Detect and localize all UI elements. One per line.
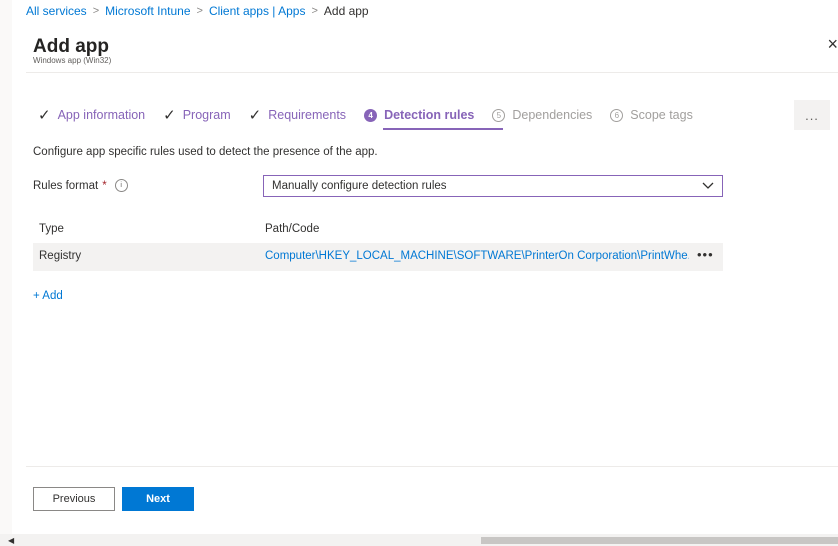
cell-path-link[interactable]: Computer\HKEY_LOCAL_MACHINE\SOFTWARE\Pri… [265, 250, 689, 262]
chevron-down-icon [702, 179, 714, 193]
rules-format-dropdown[interactable]: Manually configure detection rules [263, 175, 723, 197]
add-rule-link[interactable]: + Add [33, 290, 63, 302]
left-panel-edge [0, 0, 12, 534]
step-number-icon: 4 [364, 108, 378, 122]
table-row[interactable]: Registry Computer\HKEY_LOCAL_MACHINE\SOF… [33, 243, 723, 271]
rules-format-label: Rules format * i [33, 179, 128, 192]
page-subtitle: Windows app (Win32) [33, 56, 112, 65]
section-description: Configure app specific rules used to det… [33, 146, 378, 158]
tab-scope-tags[interactable]: 6 Scope tags [610, 108, 693, 122]
scrollbar-thumb[interactable] [481, 537, 838, 544]
column-header-type: Type [39, 223, 64, 235]
wizard-steps: ✓ App information ✓ Program ✓ Requiremen… [38, 103, 711, 127]
previous-button[interactable]: Previous [33, 487, 115, 511]
steps-more-button[interactable]: ... [794, 100, 830, 130]
breadcrumb-separator: > [196, 5, 203, 17]
tab-requirements[interactable]: ✓ Requirements [249, 106, 346, 124]
checkmark-icon: ✓ [163, 107, 176, 124]
cell-type: Registry [39, 250, 82, 262]
close-icon[interactable]: × [827, 34, 838, 55]
rules-format-value: Manually configure detection rules [272, 180, 447, 192]
column-header-path: Path/Code [265, 223, 320, 235]
next-button[interactable]: Next [122, 487, 194, 511]
footer-divider [26, 466, 838, 467]
checkmark-icon: ✓ [248, 107, 262, 124]
breadcrumb-all-services[interactable]: All services [26, 4, 87, 18]
rules-format-text: Rules format [33, 179, 99, 192]
step-label: Program [182, 108, 231, 122]
info-icon[interactable]: i [114, 179, 128, 192]
tab-dependencies[interactable]: 5 Dependencies [492, 108, 592, 122]
step-label: Dependencies [512, 108, 593, 122]
checkmark-icon: ✓ [38, 107, 51, 124]
page-title: Add app [33, 36, 109, 57]
step-number-icon: 6 [610, 108, 624, 122]
tab-app-information[interactable]: ✓ App information [38, 106, 145, 124]
required-asterisk: * [102, 179, 107, 192]
header-divider [26, 72, 838, 73]
breadcrumb-separator: > [92, 5, 100, 17]
step-label: Detection rules [384, 108, 475, 122]
breadcrumb-microsoft-intune[interactable]: Microsoft Intune [105, 4, 190, 18]
active-step-underline [383, 128, 503, 130]
row-more-icon[interactable]: ••• [697, 247, 714, 262]
breadcrumb-client-apps[interactable]: Client apps | Apps [209, 4, 306, 18]
tab-program[interactable]: ✓ Program [163, 106, 231, 124]
scroll-left-arrow-icon[interactable]: ◀ [8, 536, 14, 545]
step-label: Requirements [268, 108, 347, 122]
tab-detection-rules[interactable]: 4 Detection rules [364, 108, 474, 122]
step-label: Scope tags [630, 108, 693, 122]
breadcrumb: All services > Microsoft Intune > Client… [26, 4, 369, 18]
breadcrumb-separator: > [311, 5, 318, 17]
step-label: App information [57, 108, 146, 122]
breadcrumb-add-app: Add app [323, 4, 369, 18]
step-number-icon: 5 [492, 108, 506, 122]
